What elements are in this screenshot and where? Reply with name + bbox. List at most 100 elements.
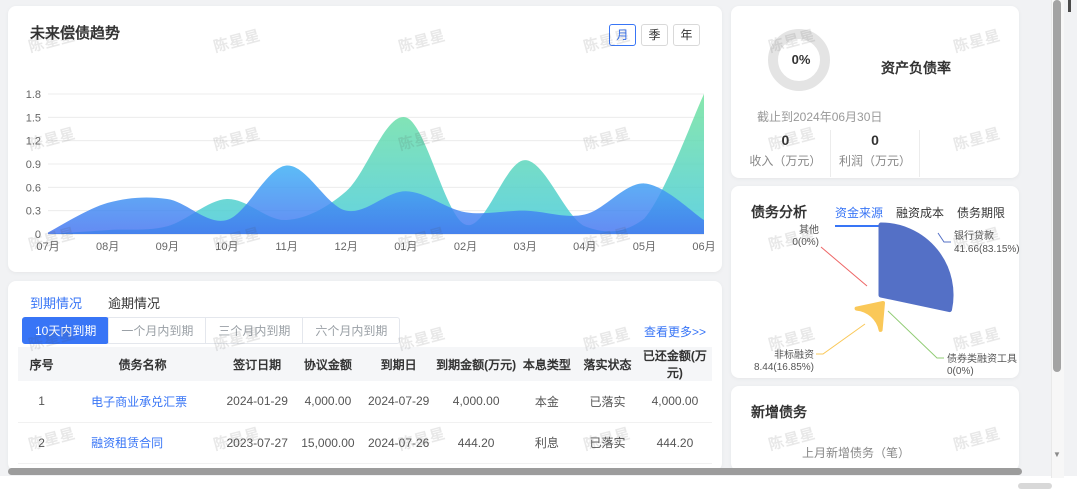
dashboard-viewport: 未来偿债趋势 月 季 年 0 0.3 0.6 0.9 1.2 1.5 1.8 07月 08月 09… — [0, 0, 1077, 491]
pie-sector-nonstandard[interactable] — [857, 303, 883, 330]
table-header-cell: 本息类型 — [517, 347, 578, 381]
table-cell: 2024-01-29 — [220, 381, 294, 422]
stat-income: 0 收入（万元） — [741, 130, 831, 177]
trend-area-chart: 0 0.3 0.6 0.9 1.2 1.5 1.8 07月 08月 09月 10月 11月 12月 01月… — [14, 84, 716, 262]
pie-label-line-nonstandard — [816, 324, 865, 354]
table-header-cell: 签订日期 — [220, 347, 294, 381]
ratio-card: 0% 资产负债率 截止到2024年06月30日 0 收入（万元） 0 利润（万元… — [731, 6, 1019, 178]
svg-text:08月: 08月 — [96, 241, 119, 253]
table-header-cell: 已还金额(万元) — [638, 347, 712, 381]
svg-text:06月: 06月 — [692, 241, 715, 253]
table-row: 1电子商业承兑汇票2024-01-294,000.002024-07-294,0… — [18, 381, 712, 422]
svg-text:07月: 07月 — [36, 241, 59, 253]
svg-text:10月: 10月 — [215, 241, 238, 253]
ratio-stats-row: 0 收入（万元） 0 利润（万元） — [741, 130, 1009, 177]
as-of-date: 截止到2024年06月30日 — [757, 108, 882, 125]
svg-text:02月: 02月 — [454, 241, 477, 253]
table-header-cell: 协议金额 — [294, 347, 361, 381]
vertical-scrollbar-thumb[interactable] — [1053, 0, 1061, 372]
svg-text:05月: 05月 — [633, 241, 656, 253]
table-header-cell: 序号 — [18, 347, 65, 381]
newdebt-card-title: 新增债务 — [751, 402, 807, 422]
svg-text:0: 0 — [35, 229, 41, 241]
table-cell: 4,000.00 — [638, 381, 712, 422]
maturity-table-wrap: 序号债务名称签订日期协议金额到期日到期金额(万元)本息类型落实状态已还金额(万元… — [18, 347, 712, 464]
svg-text:09月: 09月 — [156, 241, 179, 253]
svg-text:0.3: 0.3 — [26, 206, 41, 218]
table-cell: 1 — [18, 381, 65, 422]
stat-income-value: 0 — [741, 132, 830, 148]
table-cell: 2023-07-27 — [220, 422, 294, 463]
period-tab-month[interactable]: 月 — [609, 24, 636, 46]
table-header-cell: 落实状态 — [577, 347, 638, 381]
stat-profit-value: 0 — [831, 132, 920, 148]
pie-label-value-other: 0(0%) — [792, 237, 819, 248]
svg-text:01月: 01月 — [394, 241, 417, 253]
svg-text:11月: 11月 — [275, 241, 297, 253]
trend-card: 未来偿债趋势 月 季 年 0 0.3 0.6 0.9 1.2 1.5 1.8 07月 08月 09… — [8, 6, 722, 272]
table-cell: 2024-07-29 — [362, 381, 436, 422]
table-cell: 4,000.00 — [294, 381, 361, 422]
table-cell: 444.20 — [638, 422, 712, 463]
table-cell: 444.20 — [436, 422, 517, 463]
svg-text:1.2: 1.2 — [26, 136, 41, 148]
svg-text:1.8: 1.8 — [26, 89, 41, 101]
table-header-cell: 到期日 — [362, 347, 436, 381]
analysis-card: 债务分析 资金来源 融资成本 债务期限 银行贷款41.66(83.15%)非标融… — [731, 186, 1019, 378]
maturity-table: 序号债务名称签订日期协议金额到期日到期金额(万元)本息类型落实状态已还金额(万元… — [18, 347, 712, 464]
scroll-down-arrow-icon[interactable]: ▼ — [1053, 450, 1061, 459]
pie-label-value-bank-loan: 41.66(83.15%) — [954, 244, 1019, 255]
view-more-link[interactable]: 查看更多>> — [644, 323, 706, 340]
table-cell: 2 — [18, 422, 65, 463]
horizontal-scrollbar-thumb[interactable] — [8, 468, 1022, 475]
pie-label-line-bank-loan — [938, 233, 951, 242]
filter-1month[interactable]: 一个月内到期 — [108, 317, 206, 344]
table-cell: 本金 — [517, 381, 578, 422]
stat-profit: 0 利润（万元） — [831, 130, 921, 177]
table-row: 2融资租赁合同2023-07-2715,000.002024-07-26444.… — [18, 422, 712, 463]
stat-income-label: 收入（万元） — [741, 152, 830, 169]
filter-6months[interactable]: 六个月内到期 — [302, 317, 400, 344]
table-cell: 电子商业承兑汇票 — [65, 381, 220, 422]
pie-label-name-bond: 债券类融资工具 — [947, 352, 1017, 365]
table-header-cell: 债务名称 — [65, 347, 220, 381]
table-cell: 利息 — [517, 422, 578, 463]
debt-name-link[interactable]: 融资租赁合同 — [91, 436, 163, 450]
table-cell: 2024-07-26 — [362, 422, 436, 463]
filter-10days[interactable]: 10天内到期 — [22, 317, 109, 344]
pie-label-line-other — [821, 247, 867, 286]
period-tab-quarter[interactable]: 季 — [641, 24, 668, 46]
period-tab-year[interactable]: 年 — [673, 24, 700, 46]
debt-name-link[interactable]: 电子商业承兑汇票 — [91, 395, 187, 409]
svg-text:12月: 12月 — [335, 241, 358, 253]
debt-rose-pie-chart: 银行贷款41.66(83.15%)非标融资8.44(16.85%)其他0(0%)… — [731, 216, 1019, 378]
pie-label-value-nonstandard: 8.44(16.85%) — [754, 362, 814, 373]
window-edge-mark — [1068, 0, 1071, 12]
newdebt-card: 新增债务 上月新增债务（笔） — [731, 386, 1019, 471]
svg-text:0.6: 0.6 — [26, 182, 41, 194]
stat-profit-label: 利润（万元） — [831, 152, 920, 169]
pie-label-value-bond: 0(0%) — [947, 366, 974, 377]
ratio-gauge-value: 0% — [781, 52, 821, 67]
newdebt-metric-label: 上月新增债务（笔） — [731, 444, 981, 461]
pie-label-name-bank-loan: 银行贷款 — [954, 229, 994, 242]
stat-empty — [920, 130, 1009, 177]
table-header-row: 序号债务名称签订日期协议金额到期日到期金额(万元)本息类型落实状态已还金额(万元… — [18, 347, 712, 381]
ratio-card-title: 资产负债率 — [881, 58, 951, 78]
table-header-cell: 到期金额(万元) — [436, 347, 517, 381]
table-cell: 已落实 — [577, 381, 638, 422]
filter-3months[interactable]: 三个月内到期 — [205, 317, 303, 344]
trend-card-title: 未来偿债趋势 — [30, 22, 120, 43]
pie-label-name-other: 其他 — [799, 223, 819, 236]
period-tabs: 月 季 年 — [609, 24, 700, 46]
table-cell: 4,000.00 — [436, 381, 517, 422]
table-cell: 15,000.00 — [294, 422, 361, 463]
maturity-filter-group: 10天内到期 一个月内到期 三个月内到期 六个月内到期 — [22, 317, 400, 344]
svg-text:0.9: 0.9 — [26, 159, 41, 171]
pie-label-name-nonstandard: 非标融资 — [774, 349, 814, 361]
maturity-card: 到期情况 逾期情况 10天内到期 一个月内到期 三个月内到期 六个月内到期 查看… — [8, 281, 722, 471]
scrollbar-corner-fragment — [1018, 483, 1052, 489]
svg-text:1.5: 1.5 — [26, 112, 41, 124]
pie-label-line-bond — [888, 311, 944, 358]
table-cell: 融资租赁合同 — [65, 422, 220, 463]
